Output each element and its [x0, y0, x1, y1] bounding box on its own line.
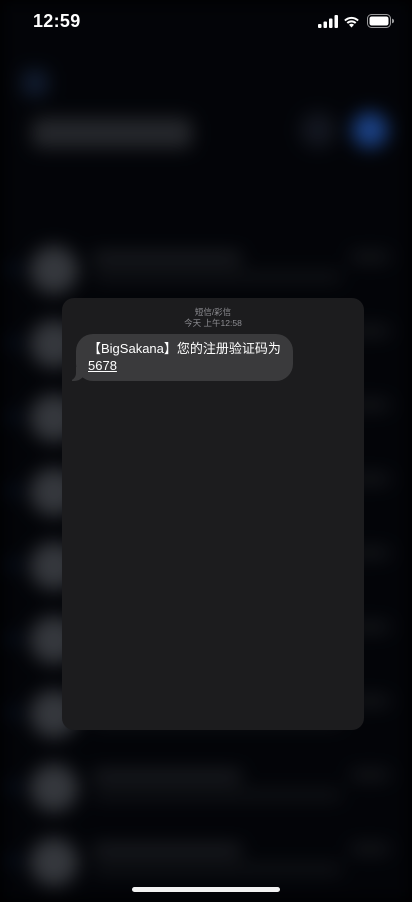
message-text: 【BigSakana】您的注册验证码为 [88, 341, 281, 356]
cellular-signal-icon [318, 15, 338, 28]
home-indicator[interactable] [132, 887, 280, 892]
message-bubble[interactable]: 【BigSakana】您的注册验证码为 5678 [66, 334, 293, 381]
message-timestamp: 今天 上午12:58 [184, 318, 242, 328]
message-preview-card[interactable]: 短信/彩信 今天 上午12:58 【BigSakana】您的注册验证码为 567… [62, 298, 364, 730]
status-time: 12:59 [33, 11, 81, 31]
wifi-icon [344, 16, 359, 28]
service-label: 短信/彩信 [194, 307, 232, 317]
verification-code-link[interactable]: 5678 [88, 358, 117, 373]
status-bar: 12:59 [0, 0, 412, 44]
battery-icon [367, 14, 394, 28]
preview-header: 短信/彩信 今天 上午12:58 [62, 298, 364, 329]
